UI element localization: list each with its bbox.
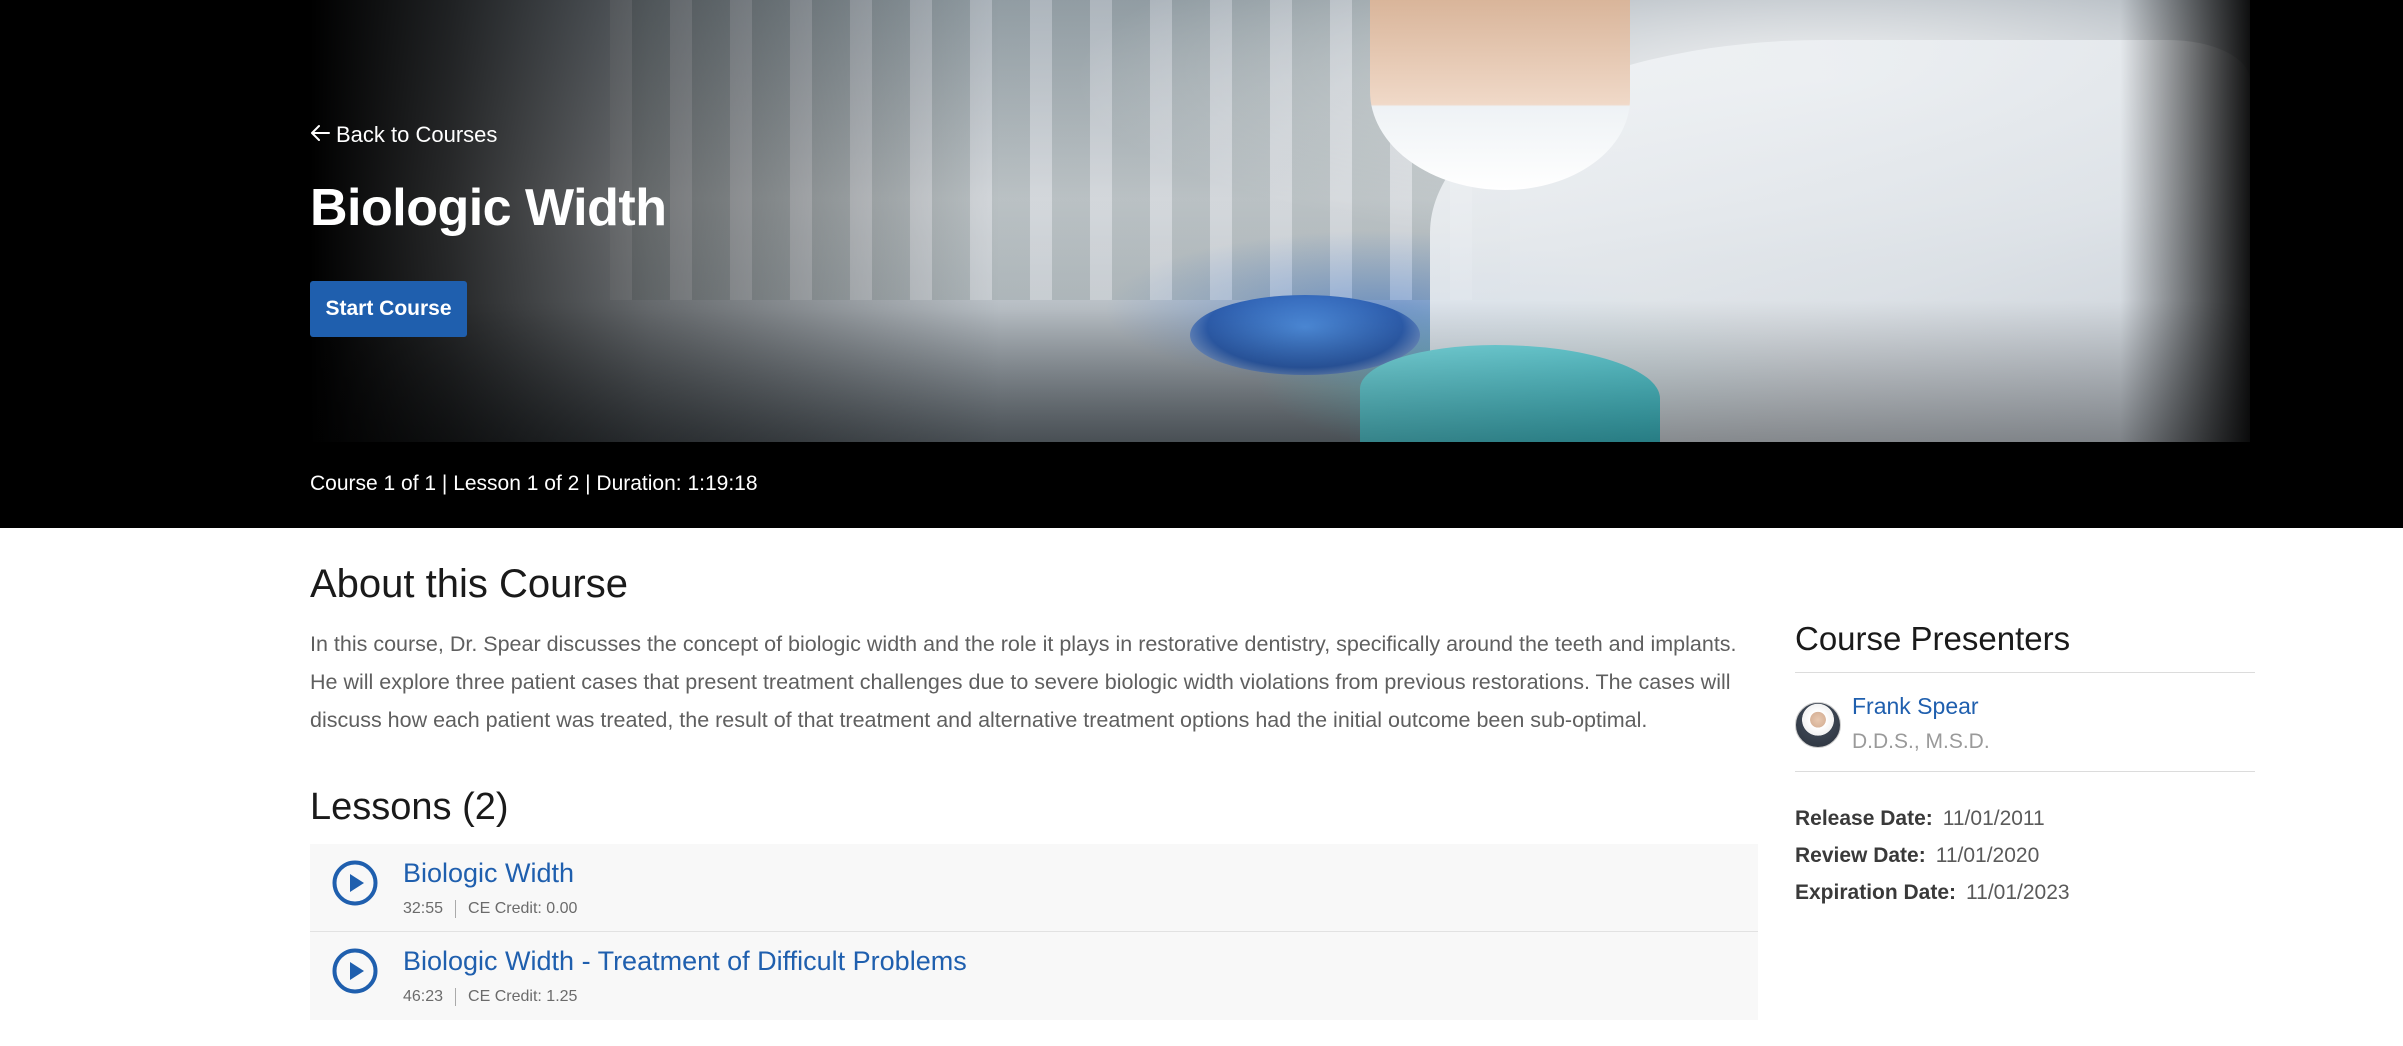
lesson-title[interactable]: Biologic Width - Treatment of Difficult … [403, 946, 967, 977]
presenter-card: Frank Spear D.D.S., M.S.D. [1795, 673, 2255, 772]
arrow-left-icon [310, 124, 330, 146]
presenters-title: Course Presenters [1795, 620, 2255, 673]
lesson-duration: 46:23 [403, 988, 444, 1005]
lesson-row[interactable]: Biologic Width 32:55 CE Credit: 0.00 [310, 844, 1758, 932]
course-presenters-panel: Course Presenters Frank Spear D.D.S., M.… [1795, 620, 2255, 911]
lesson-title[interactable]: Biologic Width [403, 858, 574, 889]
lessons-title: Lessons (2) [310, 786, 509, 828]
review-date-value: 11/01/2020 [1935, 844, 2040, 867]
expiration-date-row: Expiration Date: 11/01/2023 [1795, 874, 2255, 911]
play-circle-icon[interactable] [332, 948, 378, 994]
review-date-label: Review Date: [1795, 844, 1926, 867]
presenter-name-link[interactable]: Frank Spear [1852, 693, 1979, 720]
lesson-row[interactable]: Biologic Width - Treatment of Difficult … [310, 932, 1758, 1020]
lesson-meta: 46:23 CE Credit: 1.25 [403, 988, 577, 1006]
release-date-value: 11/01/2011 [1942, 807, 2045, 830]
lesson-ce-credit: CE Credit: 1.25 [468, 988, 578, 1005]
course-meta-bar: Course 1 of 1 | Lesson 1 of 2 | Duration… [0, 442, 2403, 528]
avatar[interactable] [1795, 702, 1841, 748]
back-to-courses-link[interactable]: Back to Courses [310, 122, 497, 148]
review-date-row: Review Date: 11/01/2020 [1795, 837, 2255, 874]
back-link-label: Back to Courses [336, 122, 498, 147]
presenter-credentials: D.D.S., M.S.D. [1852, 730, 1990, 753]
course-title: Biologic Width [310, 179, 667, 237]
lesson-meta: 32:55 CE Credit: 0.00 [403, 900, 577, 918]
play-circle-icon[interactable] [332, 860, 378, 906]
lessons-list: Biologic Width 32:55 CE Credit: 0.00 Bio… [310, 844, 1758, 1020]
lesson-ce-credit: CE Credit: 0.00 [468, 900, 578, 917]
course-dates: Release Date: 11/01/2011 Review Date: 11/0… [1795, 800, 2255, 911]
meta-divider [455, 988, 457, 1006]
expiration-date-label: Expiration Date: [1795, 881, 1957, 904]
start-course-button[interactable]: Start Course [310, 281, 467, 337]
release-date-row: Release Date: 11/01/2011 [1795, 800, 2255, 837]
release-date-label: Release Date: [1795, 807, 1933, 830]
expiration-date-value: 11/01/2023 [1966, 881, 2070, 904]
lesson-duration: 32:55 [403, 900, 444, 917]
hero-banner: Back to Courses Biologic Width Start Cou… [0, 0, 2403, 442]
course-meta-text: Course 1 of 1 | Lesson 1 of 2 | Duration… [310, 472, 758, 495]
about-title: About this Course [310, 562, 628, 606]
meta-divider [455, 900, 457, 918]
about-description: In this course, Dr. Spear discusses the … [310, 632, 1737, 732]
